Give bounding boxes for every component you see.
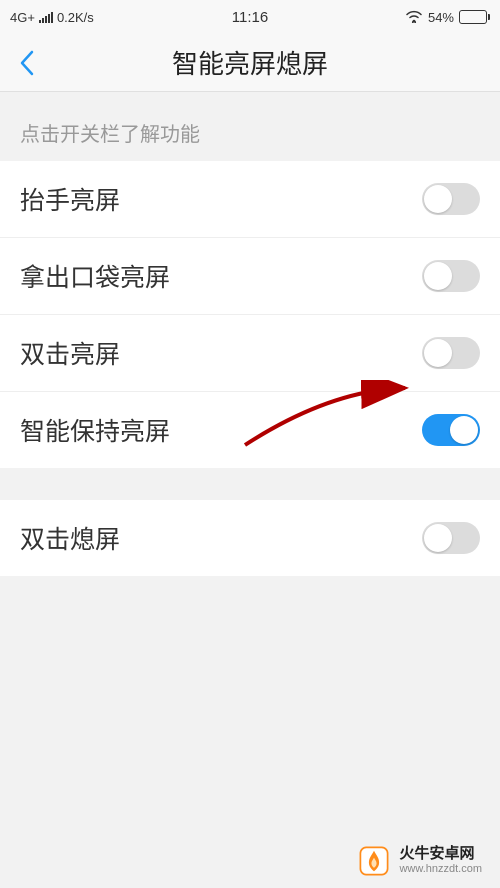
battery-percent: 54%	[428, 10, 454, 25]
wifi-icon	[405, 9, 423, 26]
setting-double-tap-wake[interactable]: 双击亮屏	[0, 315, 500, 392]
setting-double-tap-off[interactable]: 双击熄屏	[0, 500, 500, 576]
toggle-smart-stay[interactable]	[422, 414, 480, 446]
settings-group-1: 抬手亮屏 拿出口袋亮屏 双击亮屏 智能保持亮屏	[0, 161, 500, 468]
section-gap	[0, 468, 500, 500]
section-header: 点击开关栏了解功能	[0, 92, 500, 161]
toggle-pocket-wake[interactable]	[422, 260, 480, 292]
watermark-logo-icon	[357, 844, 391, 878]
status-time: 11:16	[232, 9, 268, 26]
page-title: 智能亮屏熄屏	[0, 44, 500, 81]
setting-label: 智能保持亮屏	[20, 412, 170, 448]
watermark-title: 火牛安卓网	[399, 845, 482, 863]
network-type: 4G+	[10, 10, 35, 25]
setting-smart-stay[interactable]: 智能保持亮屏	[0, 392, 500, 468]
settings-group-2: 双击熄屏	[0, 500, 500, 576]
setting-label: 双击熄屏	[20, 520, 120, 556]
signal-icon	[39, 12, 53, 23]
setting-raise-to-wake[interactable]: 抬手亮屏	[0, 161, 500, 238]
watermark-url: www.hnzzdt.com	[399, 863, 482, 876]
setting-label: 拿出口袋亮屏	[20, 258, 170, 294]
toggle-double-tap-wake[interactable]	[422, 337, 480, 369]
status-bar: 4G+ 0.2K/s 11:16 54%	[0, 0, 500, 34]
setting-label: 抬手亮屏	[20, 181, 120, 217]
watermark: 火牛安卓网 www.hnzzdt.com	[357, 844, 482, 878]
status-right: 54%	[405, 9, 490, 26]
back-button[interactable]	[12, 48, 42, 78]
network-speed: 0.2K/s	[57, 10, 94, 25]
battery-icon	[459, 10, 490, 24]
status-left: 4G+ 0.2K/s	[10, 10, 94, 25]
chevron-left-icon	[19, 50, 35, 76]
toggle-raise-to-wake[interactable]	[422, 183, 480, 215]
nav-bar: 智能亮屏熄屏	[0, 34, 500, 92]
setting-pocket-wake[interactable]: 拿出口袋亮屏	[0, 238, 500, 315]
setting-label: 双击亮屏	[20, 335, 120, 371]
toggle-double-tap-off[interactable]	[422, 522, 480, 554]
